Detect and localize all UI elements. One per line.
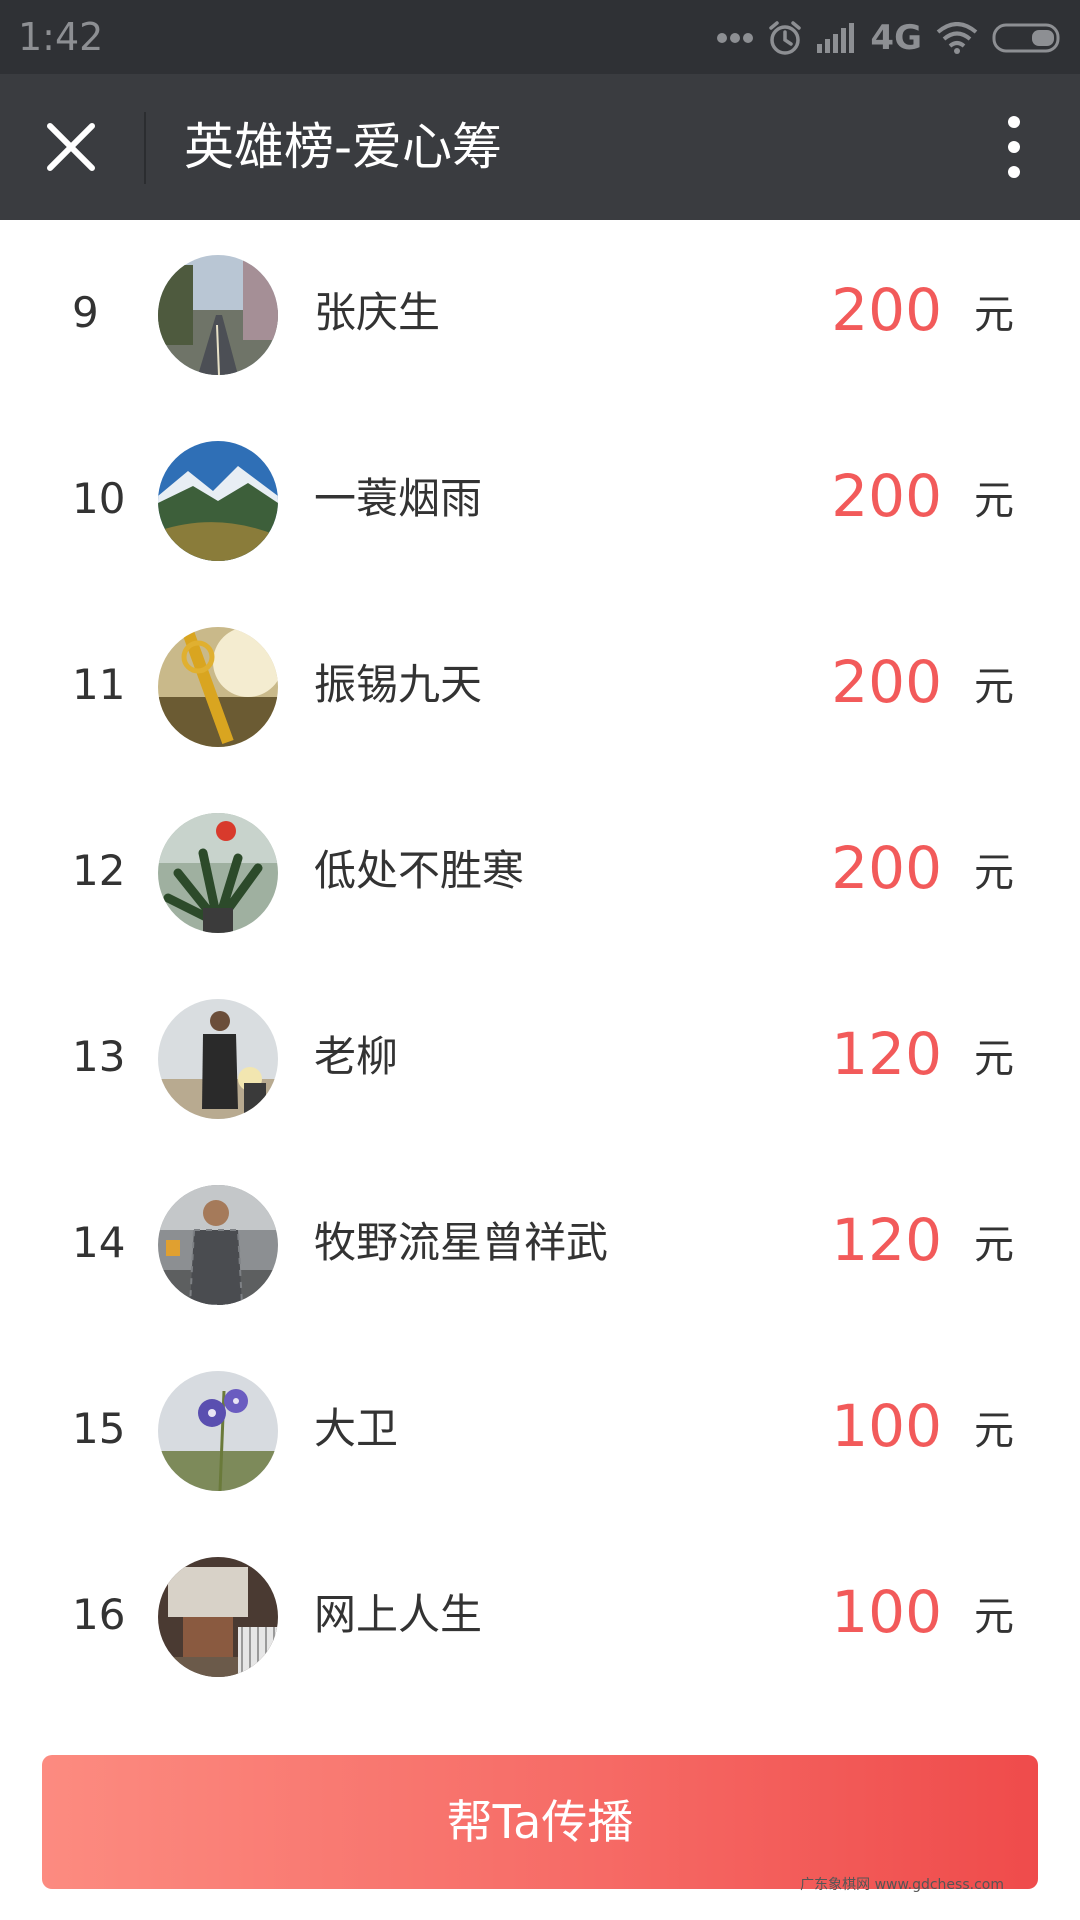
avatar <box>158 255 278 375</box>
avatar <box>158 813 278 933</box>
donation-amount: 200 <box>831 462 942 530</box>
currency-unit: 元 <box>974 1036 1014 1082</box>
rank-number: 12 <box>72 846 126 895</box>
watermark: 广东象棋网 www.gdchess.com <box>800 1877 1004 1893</box>
donor-row[interactable]: 10 一蓑烟雨 200 元 <box>0 406 1080 592</box>
donation-amount: 200 <box>831 648 942 716</box>
donor-list: 9 张庆生 200 元 10 一蓑烟雨 200 元 11 振锡九天 200 元 … <box>0 220 1080 1708</box>
rank-number: 14 <box>72 1218 126 1267</box>
donor-name: 网上人生 <box>314 1590 483 1639</box>
donor-name: 老柳 <box>314 1032 399 1081</box>
avatar <box>158 1185 278 1305</box>
donor-row[interactable]: 11 振锡九天 200 元 <box>0 592 1080 778</box>
currency-unit: 元 <box>974 850 1014 896</box>
nav-bar: 英雄榜-爱心筹 <box>0 74 1080 220</box>
rank-number: 11 <box>72 660 126 709</box>
donor-row[interactable]: 14 牧野流星曾祥武 120 元 <box>0 1150 1080 1336</box>
alarm-icon <box>768 20 802 56</box>
share-button[interactable]: 帮Ta传播 <box>42 1755 1038 1889</box>
status-icons: 4G <box>716 18 1064 58</box>
donation-amount: 200 <box>831 834 942 902</box>
rank-number: 15 <box>72 1404 126 1453</box>
rank-number: 10 <box>72 474 126 523</box>
donation-amount: 120 <box>831 1020 942 1088</box>
currency-unit: 元 <box>974 1408 1014 1454</box>
more-vertical-icon[interactable] <box>984 112 1044 182</box>
donor-row[interactable]: 9 张庆生 200 元 <box>0 220 1080 406</box>
close-icon[interactable] <box>36 112 106 182</box>
rank-number: 9 <box>72 288 99 337</box>
currency-unit: 元 <box>974 1222 1014 1268</box>
donation-amount: 200 <box>831 276 942 344</box>
currency-unit: 元 <box>974 664 1014 710</box>
more-dots-icon <box>716 32 754 44</box>
signal-icon <box>816 22 856 54</box>
currency-unit: 元 <box>974 292 1014 338</box>
donor-name: 振锡九天 <box>314 660 483 709</box>
wifi-icon <box>936 22 978 54</box>
donation-amount: 100 <box>831 1578 942 1646</box>
donation-amount: 100 <box>831 1392 942 1460</box>
donor-name: 张庆生 <box>314 288 441 337</box>
donor-row[interactable]: 12 低处不胜寒 200 元 <box>0 778 1080 964</box>
avatar <box>158 627 278 747</box>
page-title: 英雄榜-爱心筹 <box>184 118 503 176</box>
avatar <box>158 441 278 561</box>
battery-icon <box>992 22 1064 54</box>
donor-name: 大卫 <box>314 1404 399 1453</box>
status-bar: 1:42 4G <box>0 0 1080 74</box>
donor-row[interactable]: 16 网上人生 100 元 <box>0 1522 1080 1708</box>
status-time: 1:42 <box>18 15 104 59</box>
donor-row[interactable]: 15 大卫 100 元 <box>0 1336 1080 1522</box>
avatar <box>158 999 278 1119</box>
nav-divider <box>144 112 146 184</box>
donation-amount: 120 <box>831 1206 942 1274</box>
donor-row[interactable]: 13 老柳 120 元 <box>0 964 1080 1150</box>
avatar <box>158 1557 278 1677</box>
currency-unit: 元 <box>974 1594 1014 1640</box>
rank-number: 13 <box>72 1032 126 1081</box>
rank-number: 16 <box>72 1590 126 1639</box>
donor-name: 低处不胜寒 <box>314 846 525 895</box>
donor-name: 牧野流星曾祥武 <box>314 1218 609 1267</box>
network-type-label: 4G <box>870 18 922 58</box>
currency-unit: 元 <box>974 478 1014 524</box>
avatar <box>158 1371 278 1491</box>
donor-name: 一蓑烟雨 <box>314 474 483 523</box>
